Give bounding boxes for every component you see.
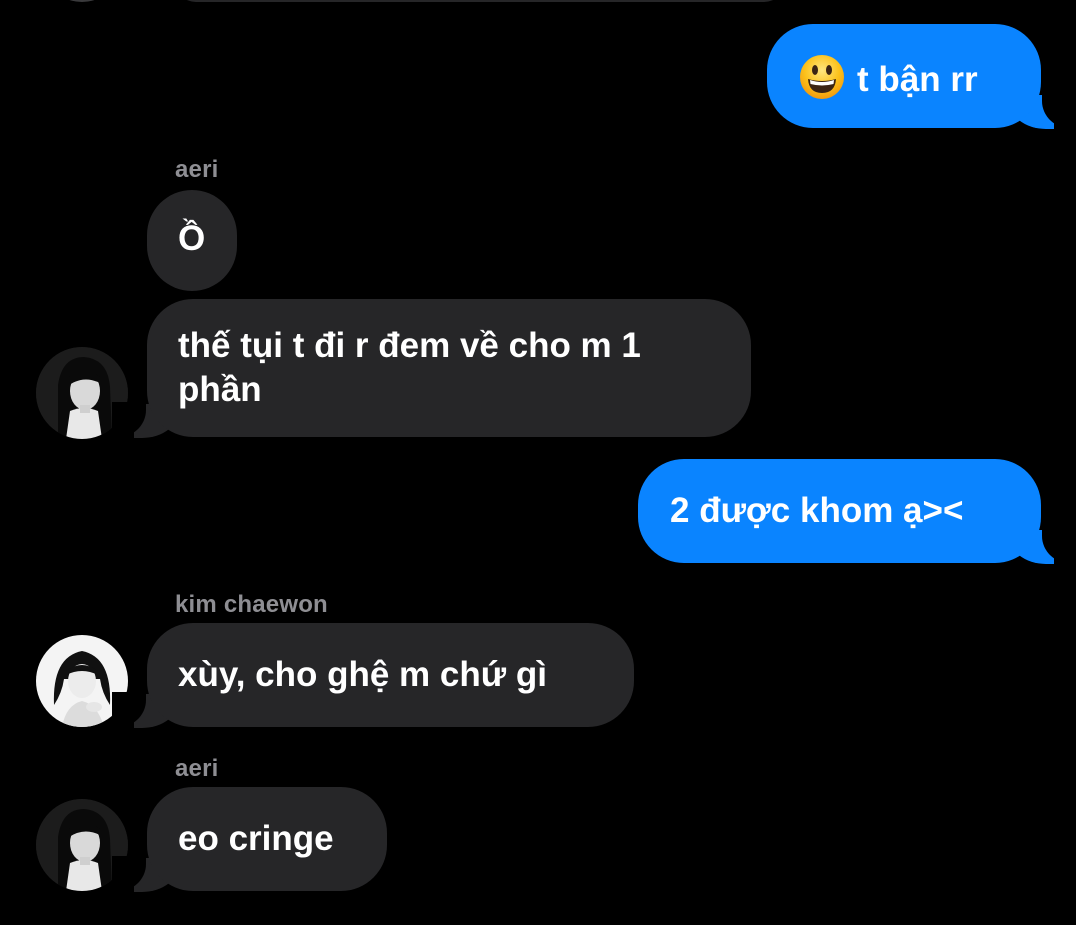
incoming-message-bubble[interactable]: Ồ bbox=[147, 190, 237, 291]
message-text: 2 được khom ạ>< bbox=[670, 491, 964, 530]
outgoing-message-bubble[interactable]: t bận rr bbox=[767, 24, 1041, 128]
message-text: eo cringe bbox=[178, 819, 334, 858]
incoming-message-bubble[interactable]: xùy, cho ghệ m chứ gì bbox=[147, 623, 634, 727]
sender-name: aeri bbox=[175, 755, 219, 782]
previous-message-bubble-fragment bbox=[175, 0, 785, 2]
message-text: xùy, cho ghệ m chứ gì bbox=[178, 655, 547, 694]
message-text: Ồ bbox=[178, 219, 206, 258]
previous-avatar-fragment bbox=[55, 0, 109, 2]
outgoing-message-bubble[interactable]: 2 được khom ạ>< bbox=[638, 459, 1041, 563]
message-text: thế tụi t đi r đem về cho m 1 phần bbox=[178, 326, 641, 409]
grinning-face-emoji bbox=[799, 54, 845, 100]
incoming-message-bubble[interactable]: eo cringe bbox=[147, 787, 387, 891]
message-text: t bận rr bbox=[857, 60, 978, 99]
sender-name: aeri bbox=[175, 156, 219, 183]
sender-name: kim chaewon bbox=[175, 591, 328, 618]
incoming-message-bubble[interactable]: thế tụi t đi r đem về cho m 1 phần bbox=[147, 299, 751, 437]
